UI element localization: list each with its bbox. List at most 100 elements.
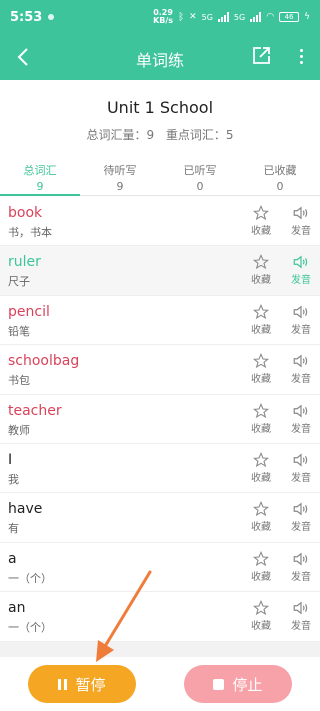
word-english: ruler	[8, 254, 41, 271]
pronounce-label: 发音	[291, 324, 311, 336]
star-icon	[253, 451, 269, 468]
star-icon	[253, 254, 269, 270]
word-chinese: 教师	[8, 423, 30, 437]
pause-icon	[58, 678, 68, 690]
favorite-button[interactable]: 收藏	[250, 303, 272, 336]
network-type-1: 5G	[201, 12, 213, 22]
favorite-label: 收藏	[251, 621, 271, 633]
speaker-icon	[293, 601, 308, 615]
favorite-button[interactable]: 收藏	[250, 205, 272, 237]
key-vocab-count: 重点词汇：5	[165, 128, 234, 142]
star-icon	[253, 205, 269, 221]
pronounce-button[interactable]: 发音	[290, 403, 312, 435]
word-english: teacher	[8, 402, 62, 419]
pronounce-button[interactable]: 发音	[290, 452, 312, 484]
tab-count: 9	[116, 180, 124, 193]
pronounce-button[interactable]: 发音	[290, 205, 312, 237]
speaker-icon	[293, 255, 308, 269]
tab-dictated[interactable]: 已听写 0	[160, 158, 240, 195]
stop-button[interactable]: 停止	[184, 665, 292, 703]
wifi-icon: ◠	[266, 12, 275, 22]
vocab-stats: 总词汇量：9 重点词汇：5	[0, 126, 320, 143]
word-row[interactable]: I 我 收藏 发音	[0, 444, 320, 494]
word-row[interactable]: a 一（个） 收藏 发音	[0, 543, 320, 593]
word-chinese: 一（个）	[8, 571, 52, 585]
status-icons: 0.29 KB/s ᛒ ✕ 5G 5G ◠ 46 ϟ	[153, 9, 310, 25]
favorite-button[interactable]: 收藏	[250, 254, 272, 286]
status-time: 5:53	[10, 9, 43, 25]
pronounce-label: 发音	[291, 621, 311, 633]
status-bar: 5:53 0.29 KB/s ᛒ ✕ 5G 5G ◠ 46 ϟ	[0, 0, 320, 34]
tab-favorites[interactable]: 已收藏 0	[240, 158, 320, 195]
favorite-button[interactable]: 收藏	[250, 550, 272, 583]
pronounce-button[interactable]: 发音	[290, 501, 312, 533]
signal-icon-2	[250, 12, 262, 22]
share-button[interactable]	[250, 45, 272, 67]
pronounce-button[interactable]: 发音	[290, 254, 312, 286]
speaker-icon	[293, 502, 308, 516]
word-english: book	[8, 205, 43, 221]
favorite-label: 收藏	[251, 226, 271, 237]
favorite-label: 收藏	[251, 472, 271, 484]
speaker-icon	[293, 404, 308, 418]
star-icon	[253, 501, 269, 517]
pause-button[interactable]: 暂停	[28, 665, 136, 703]
tab-bar: 总词汇 9 待听写 9 已听写 0 已收藏 0	[0, 158, 320, 196]
pronounce-label: 发音	[291, 275, 311, 287]
stop-icon	[213, 678, 225, 690]
pause-label: 暂停	[75, 675, 106, 694]
star-icon	[253, 303, 269, 319]
app-bar: 单词练	[0, 34, 320, 80]
pronounce-label: 发音	[291, 472, 311, 484]
word-row[interactable]: have 有 收藏 发音	[0, 493, 320, 543]
word-row[interactable]: ruler 尺子 收藏 发音	[0, 246, 320, 296]
pronounce-button[interactable]: 发音	[290, 600, 312, 632]
more-button[interactable]	[294, 45, 308, 67]
word-chinese: 铅笔	[8, 324, 30, 338]
pronounce-button[interactable]: 发音	[290, 304, 312, 336]
favorite-button[interactable]: 收藏	[250, 501, 272, 533]
word-row[interactable]: schoolbag 书包 收藏 发音	[0, 345, 320, 395]
word-row[interactable]: an 一（个） 收藏 发音	[0, 592, 320, 642]
tab-count: 9	[36, 180, 44, 193]
pronounce-label: 发音	[291, 226, 311, 237]
pronounce-button[interactable]: 发音	[290, 551, 312, 583]
favorite-label: 收藏	[251, 423, 271, 435]
speaker-icon	[293, 552, 308, 566]
bluetooth-icon: ᛒ	[178, 11, 185, 23]
word-english: have	[8, 501, 43, 518]
word-chinese: 有	[8, 522, 19, 536]
signal-icon	[217, 12, 229, 22]
word-row[interactable]: pencil 铅笔 收藏 发音	[0, 296, 320, 346]
favorite-button[interactable]: 收藏	[250, 402, 272, 435]
pronounce-button[interactable]: 发音	[290, 353, 312, 385]
word-chinese: 书包	[8, 374, 30, 388]
favorite-button[interactable]: 收藏	[250, 600, 272, 632]
word-row[interactable]: teacher 教师 收藏 发音	[0, 395, 320, 444]
mute-icon: ✕	[189, 12, 197, 22]
star-icon	[253, 353, 269, 369]
favorite-label: 收藏	[251, 571, 271, 583]
favorite-label: 收藏	[251, 275, 271, 287]
pronounce-label: 发音	[291, 522, 311, 534]
word-chinese: 我	[8, 472, 19, 486]
tab-count: 0	[276, 180, 284, 193]
word-english: pencil	[8, 303, 50, 320]
network-speed: 0.29 KB/s	[153, 9, 173, 25]
star-icon	[253, 600, 269, 616]
favorite-button[interactable]: 收藏	[250, 451, 272, 484]
word-chinese: 尺子	[8, 275, 30, 289]
tab-pending[interactable]: 待听写 9	[80, 158, 160, 195]
favorite-label: 收藏	[251, 374, 271, 386]
pronounce-label: 发音	[291, 571, 311, 583]
charging-icon: ϟ	[304, 12, 310, 22]
word-english: an	[8, 600, 26, 617]
favorite-button[interactable]: 收藏	[250, 353, 272, 385]
word-row[interactable]: book 书，书本 收藏 发音	[0, 197, 320, 247]
star-icon	[253, 550, 269, 566]
tab-all[interactable]: 总词汇 9	[0, 158, 80, 196]
word-english: I	[8, 451, 13, 468]
network-type-2: 5G	[233, 12, 246, 22]
battery-icon: 46	[279, 12, 300, 22]
speaker-icon	[293, 354, 308, 368]
